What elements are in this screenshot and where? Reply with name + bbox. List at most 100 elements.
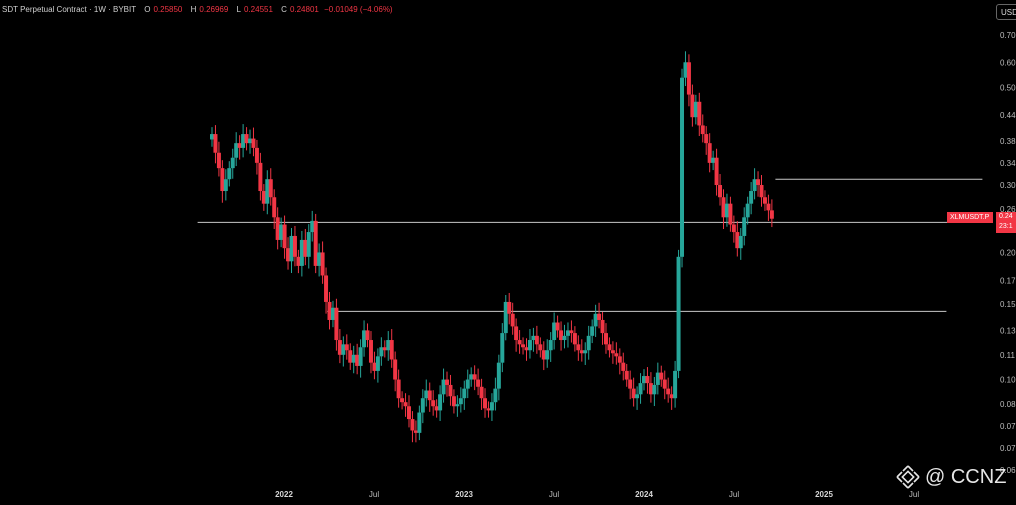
time-tick-label: 2025 [815, 490, 833, 499]
candle-body [662, 379, 667, 389]
candle-body [441, 379, 446, 395]
candle-body [396, 379, 401, 399]
time-tick-label: 2024 [635, 490, 653, 499]
candle-body [427, 390, 432, 401]
candle-body [386, 340, 391, 351]
candle-body [327, 301, 332, 320]
candle-body [216, 152, 221, 169]
candle-body [365, 330, 370, 341]
candle-body [607, 344, 612, 351]
candle-body [344, 344, 349, 351]
candle-body [210, 134, 214, 140]
candle-body [690, 94, 695, 118]
candle-body [234, 143, 239, 158]
candle-body [368, 340, 373, 363]
time-axis: 2022 Jul 2023 Jul 2024 Jul 2025 Jul [275, 490, 919, 499]
candle-body [507, 301, 512, 314]
candle-body [676, 256, 681, 371]
candle-body [472, 374, 477, 380]
candle-body [749, 191, 754, 204]
candle-body [704, 134, 709, 144]
candle-body [320, 252, 325, 276]
candle-body [223, 179, 228, 192]
candle-body [448, 384, 453, 397]
candle-body [410, 419, 415, 431]
time-tick-label: Jul [369, 490, 379, 499]
price-tick-label: 0.20 [1000, 248, 1016, 257]
candle-body [576, 344, 581, 351]
candle-body [351, 354, 356, 363]
candle-body [337, 340, 342, 355]
candle-body [614, 353, 619, 357]
candle-body [738, 235, 743, 249]
candle-body [299, 239, 304, 266]
candle-body [541, 350, 546, 360]
candle-body [434, 406, 439, 411]
candle-body [569, 330, 574, 334]
time-tick-label: Jul [729, 490, 739, 499]
candle-body [769, 210, 774, 219]
candle-body [628, 379, 633, 389]
time-tick-label: 2023 [455, 490, 473, 499]
candle-body [424, 390, 429, 399]
candle-body [462, 388, 467, 399]
candle-body [213, 134, 218, 153]
candle-body [527, 340, 532, 351]
candle-body [572, 333, 577, 345]
candle-body [254, 147, 259, 163]
candle-body [648, 383, 653, 395]
candle-body [465, 379, 470, 389]
candle-body [313, 220, 318, 266]
candle-body [631, 388, 636, 399]
candle-body [406, 406, 411, 420]
price-tick-label: 0.11 [1000, 351, 1016, 360]
price-tick-label: 0.10 [1000, 376, 1016, 385]
candle-body [438, 394, 443, 411]
candle-body [431, 400, 436, 407]
candle-body [241, 134, 246, 148]
candle-body [451, 396, 456, 407]
candle-body [265, 179, 270, 204]
candle-body [624, 370, 629, 380]
candle-body [393, 359, 398, 380]
candle-body [693, 101, 698, 118]
candle-body [711, 157, 716, 163]
candle-body [248, 138, 253, 144]
candlestick-chart[interactable]: 0.700.600.500.440.380.340.300.260.200.17… [0, 0, 1016, 505]
candle-body [718, 185, 723, 198]
candle-body [389, 340, 394, 360]
candle-body [306, 232, 311, 257]
candle-body [258, 162, 263, 192]
price-tick-label: 0.50 [1000, 84, 1016, 93]
candle-body [586, 335, 591, 351]
candle-body [514, 326, 519, 341]
candle-body [403, 402, 408, 407]
candle-body [237, 143, 242, 148]
candle-body [348, 350, 353, 363]
price-tick-label: 0.17 [1000, 276, 1016, 285]
candle-body [479, 386, 484, 399]
candle-body [334, 307, 339, 341]
candle-body [552, 322, 557, 341]
candle-body [686, 62, 691, 95]
candle-body [362, 330, 367, 348]
candle-body [268, 179, 273, 198]
candle-body [372, 362, 377, 371]
candle-body [458, 398, 463, 405]
candle-body [289, 235, 294, 262]
candle-body [635, 394, 640, 399]
candle-body [324, 275, 329, 302]
candle-body [590, 326, 595, 336]
price-tick-label: 0.15 [1000, 300, 1016, 309]
candle-body [379, 347, 384, 357]
candle-body [503, 301, 508, 334]
price-tick-label: 0.30 [1000, 181, 1016, 190]
candle-body [583, 350, 588, 354]
candle-body [244, 134, 249, 144]
candle-body [617, 356, 622, 363]
candle-body [745, 203, 750, 218]
candle-body [279, 224, 284, 240]
candle-body [517, 340, 522, 345]
candle-body [455, 404, 460, 407]
candle-body [521, 344, 526, 348]
